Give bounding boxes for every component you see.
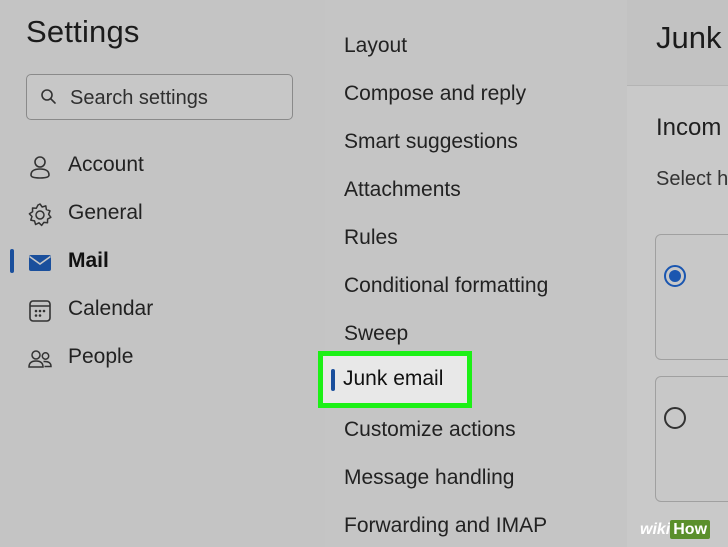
menu-item-attachments[interactable]: Attachments — [344, 178, 461, 202]
selected-indicator — [331, 369, 335, 391]
nav-item-people[interactable]: People — [0, 338, 300, 378]
nav-item-label: General — [68, 201, 143, 224]
nav-item-label: Account — [68, 153, 144, 176]
person-icon — [30, 156, 50, 179]
settings-title: Settings — [26, 14, 140, 49]
nav-item-mail[interactable]: Mail — [0, 242, 300, 282]
detail-title: Junk — [656, 20, 722, 55]
section-description: Select h — [656, 168, 728, 190]
menu-item-label: Junk email — [343, 367, 444, 390]
menu-item-compose-and-reply[interactable]: Compose and reply — [344, 82, 526, 106]
menu-item-rules[interactable]: Rules — [344, 226, 398, 250]
radio-button[interactable] — [664, 407, 686, 429]
menu-item-forwarding-and-imap[interactable]: Forwarding and IMAP — [344, 514, 547, 538]
option-card[interactable] — [655, 234, 728, 360]
menu-item-message-handling[interactable]: Message handling — [344, 466, 514, 490]
people-icon — [28, 350, 52, 368]
menu-item-layout[interactable]: Layout — [344, 34, 407, 58]
menu-item-conditional-formatting[interactable]: Conditional formatting — [344, 274, 548, 298]
nav-item-label: People — [68, 345, 134, 368]
watermark-wiki: wiki — [640, 521, 671, 538]
search-box[interactable] — [26, 74, 293, 120]
nav-item-calendar[interactable]: Calendar — [0, 290, 300, 330]
junk-detail-pane: Junk Incom Select h — [627, 0, 728, 547]
gear-icon — [28, 203, 52, 227]
menu-item-sweep[interactable]: Sweep — [344, 322, 408, 346]
menu-item-junk-email[interactable]: Junk email — [318, 351, 472, 408]
active-indicator — [10, 249, 14, 273]
watermark-logo: wiki How — [640, 520, 728, 547]
mail-icon — [29, 255, 51, 271]
option-card[interactable] — [655, 376, 728, 502]
nav-item-account[interactable]: Account — [0, 146, 300, 186]
radio-button-selected[interactable] — [664, 265, 686, 287]
section-heading: Incom — [656, 114, 722, 141]
search-icon — [41, 89, 56, 104]
menu-item-smart-suggestions[interactable]: Smart suggestions — [344, 130, 518, 154]
nav-item-label: Calendar — [68, 297, 154, 320]
nav-item-label: Mail — [68, 249, 109, 272]
nav-item-general[interactable]: General — [0, 194, 300, 234]
settings-nav-pane: Settings Account General Mail — [0, 0, 325, 547]
menu-item-customize-actions[interactable]: Customize actions — [344, 418, 516, 442]
watermark-how: How — [670, 520, 711, 539]
search-input[interactable] — [68, 84, 282, 112]
calendar-icon — [29, 300, 51, 322]
